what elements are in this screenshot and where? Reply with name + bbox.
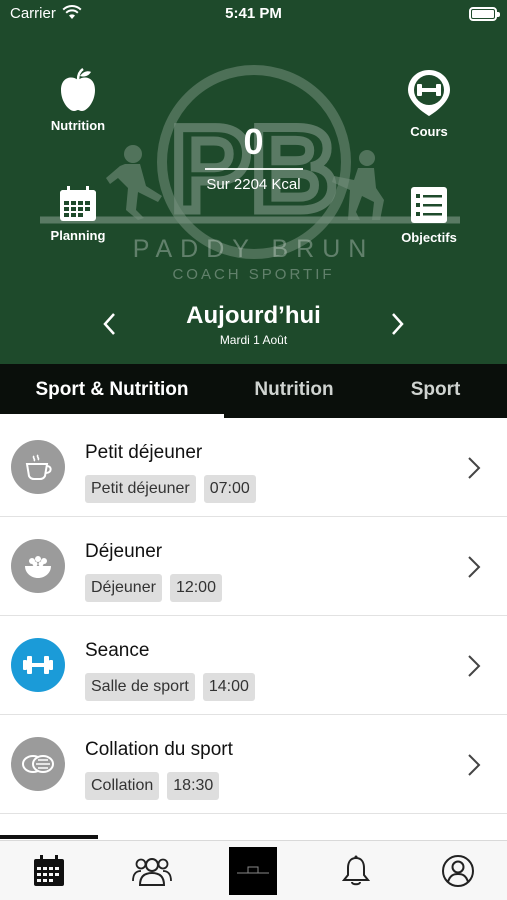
tabbar-calendar-button[interactable] — [25, 849, 73, 893]
entry-category-badge: Salle de sport — [85, 673, 195, 701]
bottom-tab-bar — [0, 835, 507, 900]
entry-title: Déjeuner — [85, 541, 163, 562]
quick-action-label: Planning — [50, 228, 106, 243]
category-tabs: Sport & Nutrition Nutrition Sport — [0, 364, 507, 418]
entry-tags: Salle de sport 14:00 — [85, 673, 255, 701]
quick-action-label: Nutrition — [50, 118, 106, 133]
dumbbell-pin-icon — [408, 70, 450, 116]
entry-category-badge: Petit déjeuner — [85, 475, 196, 503]
quick-action-nutrition[interactable]: Nutrition — [28, 68, 128, 133]
quick-action-objectifs[interactable]: Objectifs — [379, 186, 479, 245]
day-title: Aujourd’hui — [186, 302, 321, 329]
chevron-right-icon — [468, 457, 481, 479]
entry-tags: Collation 18:30 — [85, 772, 220, 800]
entry-title: Petit déjeuner — [85, 442, 203, 463]
schedule-list: Petit déjeuner Petit déjeuner 07:00 Déje… — [0, 418, 507, 814]
checklist-icon — [411, 187, 447, 223]
list-item[interactable]: Seance Salle de sport 14:00 — [0, 616, 507, 715]
calorie-divider — [204, 168, 303, 170]
tabbar-notifications-button[interactable] — [332, 849, 380, 893]
day-navigator: Aujourd’hui Mardi 1 Août — [0, 298, 507, 354]
calendar-icon — [60, 186, 96, 221]
tabbar-community-button[interactable] — [128, 849, 176, 893]
entry-time-badge: 14:00 — [202, 673, 255, 701]
clock: 5:41 PM — [225, 5, 282, 22]
quick-action-label: Objectifs — [401, 230, 457, 245]
active-tab-indicator — [0, 835, 98, 839]
profile-icon — [442, 855, 474, 887]
dumbbell-icon — [11, 638, 65, 692]
chevron-right-icon — [468, 655, 481, 677]
chevron-right-icon — [468, 556, 481, 578]
people-icon — [132, 858, 172, 886]
brand-subtitle: COACH SPORTIF — [172, 266, 335, 283]
quick-action-label: Cours — [410, 124, 448, 139]
entry-tags: Déjeuner 12:00 — [85, 574, 222, 602]
entry-time-badge: 18:30 — [167, 772, 220, 800]
entry-title: Seance — [85, 640, 150, 661]
quick-action-cours[interactable]: Cours — [379, 68, 479, 139]
entry-tags: Petit déjeuner 07:00 — [85, 475, 256, 503]
salad-bowl-icon — [11, 539, 65, 593]
tab-nutrition[interactable]: Nutrition — [224, 364, 364, 418]
chevron-right-icon — [468, 754, 481, 776]
coffee-cup-icon — [11, 440, 65, 494]
entry-category-badge: Collation — [85, 772, 160, 800]
dashboard-header: Carrier 5:41 PM PB PADDY BRUN COACH SPOR… — [0, 0, 507, 364]
bell-icon — [342, 855, 370, 886]
entry-title: Collation du sport — [85, 739, 233, 760]
battery-icon — [469, 7, 500, 21]
next-day-chevron-icon[interactable] — [387, 312, 407, 336]
brand-logo-icon — [237, 866, 269, 874]
quick-action-planning[interactable]: Planning — [28, 186, 128, 243]
apple-icon — [61, 68, 95, 111]
calendar-icon — [34, 855, 64, 886]
tabbar-home-logo-button[interactable] — [229, 847, 277, 895]
tabbar-profile-button[interactable] — [434, 849, 482, 893]
entry-time-badge: 12:00 — [169, 574, 222, 602]
tab-sport[interactable]: Sport — [364, 364, 507, 418]
status-bar: Carrier 5:41 PM — [0, 0, 507, 30]
tab-sport-nutrition[interactable]: Sport & Nutrition — [0, 364, 224, 418]
snack-icon — [11, 737, 65, 791]
day-date: Mardi 1 Août — [219, 333, 288, 347]
list-item[interactable]: Collation du sport Collation 18:30 — [0, 715, 507, 814]
entry-time-badge: 07:00 — [203, 475, 256, 503]
list-item[interactable]: Petit déjeuner Petit déjeuner 07:00 — [0, 418, 507, 517]
entry-category-badge: Déjeuner — [85, 574, 162, 602]
list-item[interactable]: Déjeuner Déjeuner 12:00 — [0, 517, 507, 616]
